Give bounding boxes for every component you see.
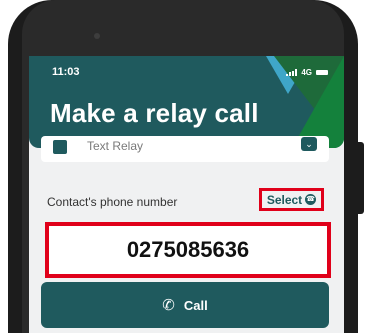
call-button-label: Call <box>183 297 208 313</box>
chevron-down-icon[interactable]: ⌄ <box>301 137 317 151</box>
front-camera <box>94 33 100 39</box>
page-title: Make a relay call <box>50 98 259 128</box>
phone-icon: ✆ <box>162 297 175 314</box>
app-screen: 11:03 4G Make a relay call Text Relay ⌄ … <box>29 56 344 333</box>
signal-icon <box>286 69 298 76</box>
status-indicators: 4G <box>286 68 328 77</box>
relay-type-label: Text Relay <box>87 139 144 153</box>
side-button <box>358 142 364 214</box>
status-time: 11:03 <box>52 66 80 78</box>
select-contact-label: Select <box>266 192 303 207</box>
battery-icon <box>316 70 328 75</box>
relay-icon <box>53 140 67 154</box>
contact-number-label: Contact's phone number <box>47 195 178 209</box>
phone-number-field[interactable]: 0275085636 <box>45 222 331 278</box>
contact-icon: ☎ <box>305 194 317 205</box>
call-button[interactable]: ✆ Call <box>41 282 329 328</box>
relay-type-selector[interactable]: Text Relay ⌄ <box>41 136 329 162</box>
network-type: 4G <box>301 68 312 77</box>
select-contact-button[interactable]: Select ☎ <box>259 188 324 211</box>
app-header: 11:03 4G Make a relay call <box>29 56 344 148</box>
